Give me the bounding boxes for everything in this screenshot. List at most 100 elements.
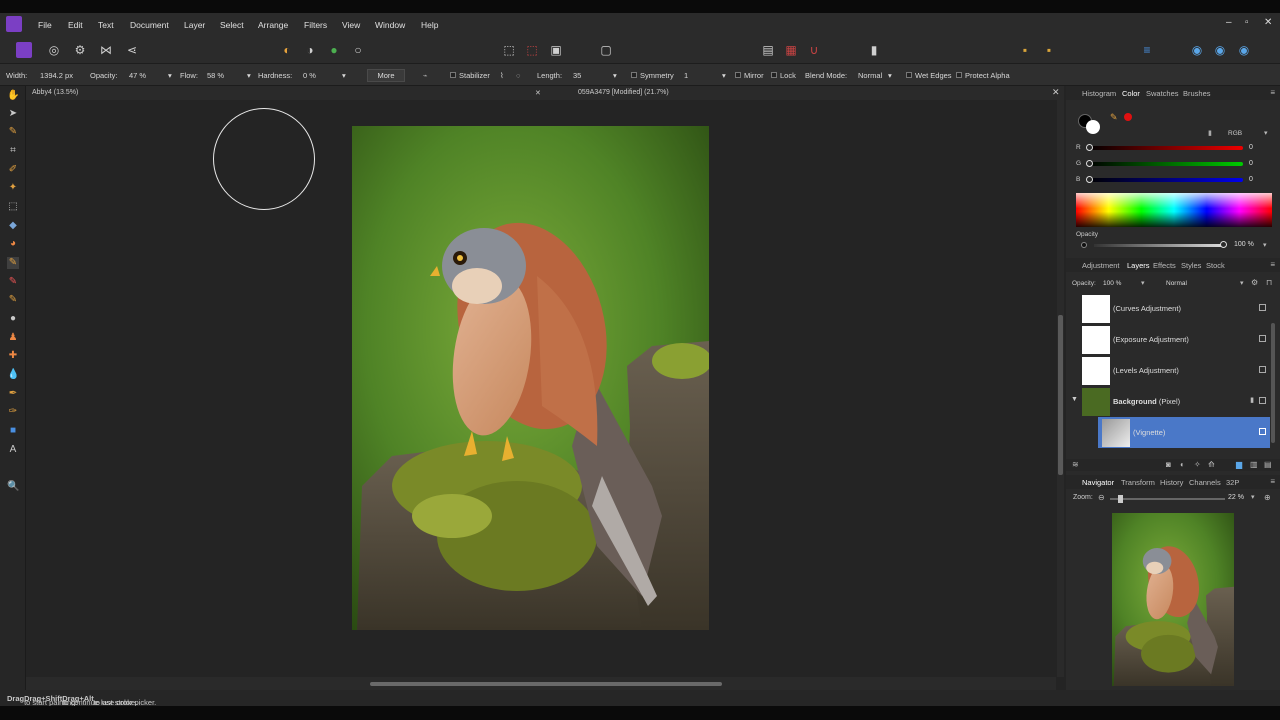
- chevron-down-icon[interactable]: ▾: [1264, 129, 1268, 137]
- close-document-icon[interactable]: ✕: [1052, 87, 1060, 98]
- panel-menu-icon[interactable]: ≡: [1270, 260, 1275, 269]
- chevron-down-icon[interactable]: ▾: [168, 71, 172, 80]
- visibility-checkbox[interactable]: [1259, 428, 1266, 435]
- color-picker-tool-icon[interactable]: ✎: [7, 126, 19, 138]
- kestrel-photo[interactable]: [352, 126, 709, 630]
- menu-window[interactable]: Window: [375, 20, 405, 30]
- color-spectrum[interactable]: [1076, 193, 1272, 227]
- tab-swatches[interactable]: Swatches: [1146, 89, 1179, 98]
- erase-brush-icon[interactable]: ✎: [7, 294, 19, 306]
- force-pressure-icon[interactable]: ⌁: [423, 71, 428, 80]
- window-mode-icon[interactable]: ◌: [516, 71, 520, 80]
- wet-edges-checkbox[interactable]: [906, 72, 912, 78]
- r-slider[interactable]: [1088, 146, 1243, 150]
- color-opacity-slider[interactable]: [1094, 244, 1224, 247]
- chevron-down-icon[interactable]: ▾: [1240, 279, 1244, 287]
- opacity-field[interactable]: 47 %: [129, 71, 146, 80]
- add-layer-icon[interactable]: ▥: [1250, 460, 1258, 469]
- g-slider[interactable]: [1088, 162, 1243, 166]
- auto-colors-icon[interactable]: ●: [326, 42, 342, 58]
- navigator-preview[interactable]: [1112, 513, 1234, 686]
- tab-navigator[interactable]: Navigator: [1082, 478, 1114, 487]
- auto-levels-icon[interactable]: ◐: [279, 42, 295, 58]
- fx-icon[interactable]: ✧: [1194, 460, 1201, 469]
- chevron-down-icon[interactable]: ▾: [1251, 493, 1255, 501]
- tab-channels[interactable]: Channels: [1189, 478, 1221, 487]
- chevron-down-icon[interactable]: ▾: [1263, 241, 1267, 249]
- lock-checkbox[interactable]: [771, 72, 777, 78]
- tab-adjustment[interactable]: Adjustment: [1082, 261, 1120, 270]
- tab-layers[interactable]: Layers: [1127, 261, 1150, 270]
- tab-styles[interactable]: Styles: [1181, 261, 1201, 270]
- stabilizer-checkbox[interactable]: [450, 72, 456, 78]
- layer-row-curves[interactable]: (Curves Adjustment): [1078, 293, 1270, 324]
- zoom-slider-knob[interactable]: [1118, 495, 1123, 503]
- b-value[interactable]: 0: [1249, 176, 1253, 183]
- zoom-slider[interactable]: [1110, 498, 1225, 500]
- chevron-down-icon[interactable]: ▾: [247, 71, 251, 80]
- tab-history[interactable]: History: [1160, 478, 1183, 487]
- lock-icon[interactable]: ▮: [1250, 396, 1254, 404]
- flow-field[interactable]: 58 %: [207, 71, 224, 80]
- gear-icon[interactable]: ⚙: [1251, 278, 1258, 287]
- crop-tool-icon[interactable]: ⌗: [7, 145, 19, 157]
- tab-059a3479[interactable]: 059A3479 [Modified] (21.7%): [578, 89, 669, 96]
- share-icon[interactable]: ◉: [1189, 42, 1205, 58]
- zoom-in-icon[interactable]: ⊕: [1264, 493, 1271, 502]
- chevron-down-icon[interactable]: ▾: [722, 71, 726, 80]
- help-globe-icon[interactable]: ◉: [1236, 42, 1252, 58]
- maximize-icon[interactable]: ▫: [1245, 17, 1249, 28]
- distribute-icon[interactable]: ▪: [1041, 42, 1057, 58]
- length-field[interactable]: 35: [573, 71, 581, 80]
- live-filter-icon[interactable]: ⟰: [1208, 460, 1215, 469]
- assistant-icon[interactable]: ▢: [598, 42, 614, 58]
- panel-menu-icon[interactable]: ≡: [1270, 88, 1275, 97]
- tone-mapping-persona-icon[interactable]: ⋈: [98, 42, 114, 58]
- layer-stack-icon[interactable]: ≋: [1072, 460, 1079, 469]
- snapping-icon[interactable]: ▦: [783, 42, 799, 58]
- expand-triangle-icon[interactable]: ▼: [1071, 396, 1078, 403]
- vertical-scroll-thumb[interactable]: [1058, 315, 1063, 475]
- paint-brush-tool-icon[interactable]: ✎: [7, 257, 19, 269]
- symmetry-field[interactable]: 1: [684, 71, 688, 80]
- menu-file[interactable]: File: [38, 20, 52, 30]
- magnet-icon[interactable]: ∪: [806, 42, 822, 58]
- layers-scroll-thumb[interactable]: [1271, 323, 1275, 443]
- zoom-out-icon[interactable]: ⊖: [1098, 493, 1105, 502]
- b-slider[interactable]: [1088, 178, 1243, 182]
- gradient-tool-icon[interactable]: ◕: [7, 238, 19, 250]
- close-window-icon[interactable]: ✕: [1264, 17, 1272, 28]
- visibility-checkbox[interactable]: [1259, 397, 1266, 404]
- move-tool-icon[interactable]: ➤: [7, 108, 19, 120]
- dodge-tool-icon[interactable]: ●: [7, 313, 19, 325]
- layer-row-vignette[interactable]: (Vignette): [1098, 417, 1270, 448]
- tab-brushes[interactable]: Brushes: [1183, 89, 1211, 98]
- horizontal-scrollbar[interactable]: [26, 677, 1056, 690]
- r-value[interactable]: 0: [1249, 144, 1253, 151]
- healing-tool-icon[interactable]: ✚: [7, 350, 19, 362]
- auto-white-balance-icon[interactable]: ○: [350, 42, 366, 58]
- windows-icon[interactable]: ◉: [1212, 42, 1228, 58]
- flood-select-icon[interactable]: ✦: [7, 182, 19, 194]
- color-mode-select[interactable]: RGB: [1228, 130, 1242, 137]
- arrange-icon[interactable]: ▤: [760, 42, 776, 58]
- selection-mode-icon[interactable]: ⬚: [524, 42, 540, 58]
- symmetry-checkbox[interactable]: [631, 72, 637, 78]
- zoom-tool-icon[interactable]: 🔍: [7, 481, 19, 493]
- lock-icon[interactable]: ▮: [1208, 129, 1212, 137]
- marquee-tool-icon[interactable]: ⬚: [7, 201, 19, 213]
- mirror-checkbox[interactable]: [735, 72, 741, 78]
- menu-help[interactable]: Help: [421, 20, 438, 30]
- pen-tool-icon[interactable]: ✒: [7, 388, 19, 400]
- tab-abby4[interactable]: Abby4 (13.5%): [32, 89, 78, 96]
- chevron-down-icon[interactable]: ▾: [1141, 279, 1145, 287]
- tab-histogram[interactable]: Histogram: [1082, 89, 1116, 98]
- minimize-icon[interactable]: –: [1226, 17, 1232, 28]
- blur-brush-icon[interactable]: 💧: [7, 369, 19, 381]
- delete-layer-icon[interactable]: ▤: [1264, 460, 1272, 469]
- more-button[interactable]: More: [367, 69, 405, 82]
- liquify-persona-icon[interactable]: ◎: [46, 42, 62, 58]
- color-picker-icon[interactable]: ✎: [1110, 112, 1118, 123]
- chevron-down-icon[interactable]: ▾: [342, 71, 346, 80]
- protect-alpha-checkbox[interactable]: [956, 72, 962, 78]
